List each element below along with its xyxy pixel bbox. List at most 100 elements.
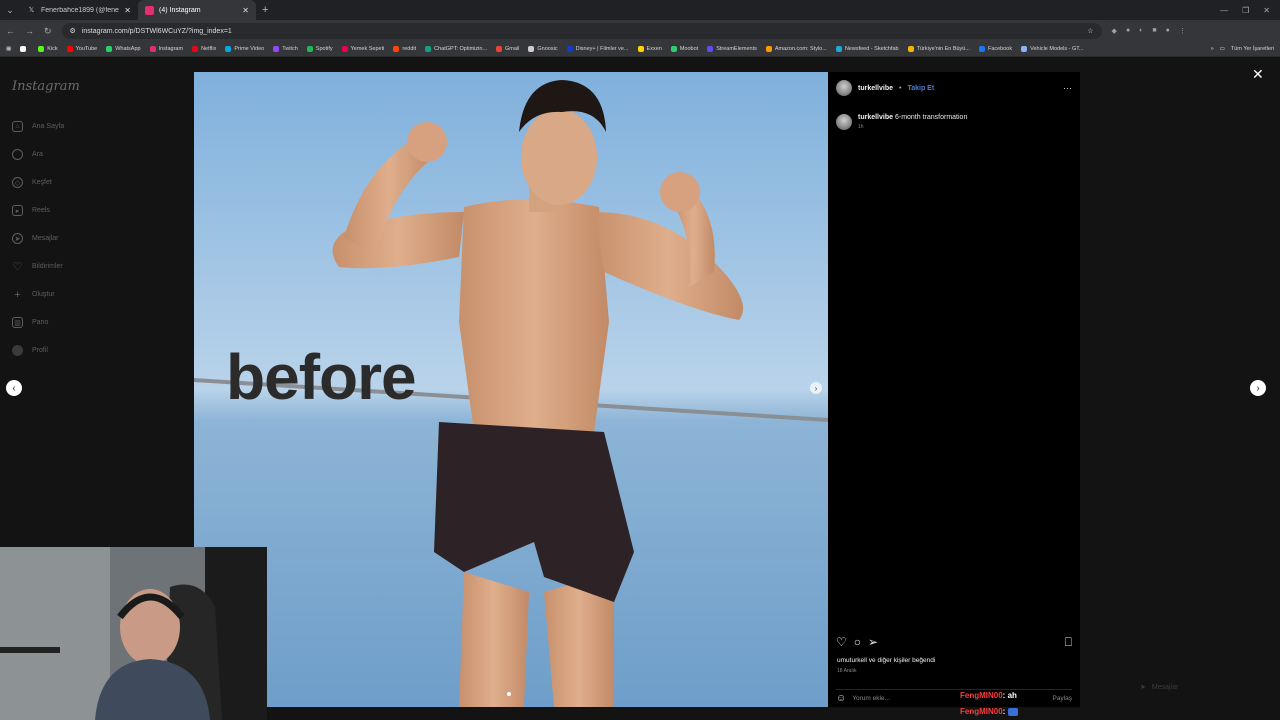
chat-username: FengMIN00 xyxy=(960,691,1003,700)
avatar[interactable] xyxy=(836,114,852,130)
follow-button[interactable]: Takip Et xyxy=(907,85,934,92)
extension-icon[interactable]: ◆ xyxy=(1112,27,1117,35)
caption-text: 6-month transformation xyxy=(894,114,968,121)
sidebar-item-label: Profil xyxy=(32,347,48,354)
post-username[interactable]: turkellvibe xyxy=(858,85,893,92)
forward-icon[interactable]: → xyxy=(25,26,34,36)
bookmark-item[interactable]: ChatGPT: Optimizin... xyxy=(425,46,487,52)
restore-icon[interactable]: ❐ xyxy=(1242,6,1249,15)
share-icon[interactable]: ➢ xyxy=(868,635,878,650)
bookmarks-more-button[interactable]: » xyxy=(1211,46,1214,52)
sidebar-item-explore[interactable]: ◇ Keşfet xyxy=(12,177,52,188)
prev-post-icon[interactable]: ‹ xyxy=(6,380,22,396)
chrome-menu-icon[interactable]: ⋮ xyxy=(1179,27,1186,35)
tab-close-icon[interactable]: ✕ xyxy=(242,6,249,15)
bookmark-item[interactable]: YouTube xyxy=(66,46,97,52)
bookmark-item[interactable]: Instagram xyxy=(149,46,183,52)
back-icon[interactable]: ← xyxy=(6,26,15,36)
bookmark-item[interactable]: Moobot xyxy=(670,46,698,52)
minimize-icon[interactable]: — xyxy=(1220,6,1228,15)
comment-input[interactable]: Yorum ekle... xyxy=(852,695,890,702)
bookmark-item[interactable] xyxy=(20,46,29,52)
bookmark-icon[interactable]: ⎕ xyxy=(1065,635,1072,650)
extension-icon[interactable]: ■ xyxy=(1152,27,1156,35)
bookmark-item[interactable]: Vehicle Models - GT... xyxy=(1021,46,1084,52)
home-icon: ⌂ xyxy=(12,121,23,132)
bookmark-item[interactable]: Twitch xyxy=(273,46,298,52)
heart-icon[interactable]: ♡ xyxy=(836,635,847,650)
sidebar-item-reels[interactable]: ▸ Reels xyxy=(12,205,50,216)
tab-search-icon[interactable]: ⌄ xyxy=(0,5,20,16)
bookmark-item[interactable]: Kick xyxy=(38,46,58,52)
apps-icon[interactable]: ▦ xyxy=(6,46,11,52)
bookmark-item[interactable]: Spotify xyxy=(306,46,333,52)
new-tab-button[interactable]: + xyxy=(256,4,274,16)
bookmark-item[interactable]: Türkiye'nin En Büyü... xyxy=(907,46,970,52)
sidebar-item-dashboard[interactable]: ▥ Pano xyxy=(12,317,48,328)
bookmark-label: WhatsApp xyxy=(115,46,141,52)
all-bookmarks-button[interactable]: Tüm Yer İşaretleri xyxy=(1231,46,1274,52)
bookmark-item[interactable]: Newsfeed - Sketchfab xyxy=(835,46,899,52)
comment-bar: ☺ Yorum ekle... Paylaş xyxy=(836,689,1072,707)
bookmark-item[interactable]: Facebook xyxy=(978,46,1012,52)
likes-text[interactable]: umuturkell ve diğer kişiler beğendi xyxy=(837,657,935,664)
sidebar-item-home[interactable]: ⌂ Ana Sayfa xyxy=(12,121,64,132)
post-comment-button[interactable]: Paylaş xyxy=(1052,695,1072,702)
bookmarks-bar: ▦ Kick YouTube WhatsApp Instagram Netflix Pri… xyxy=(0,42,1280,57)
close-icon[interactable]: ✕ xyxy=(1252,66,1264,83)
messages-pill[interactable]: ➤ Mesajlar xyxy=(1140,683,1179,692)
reload-icon[interactable]: ↻ xyxy=(44,26,52,37)
bookmark-star-icon[interactable]: ☆ xyxy=(1087,27,1093,35)
bookmark-item[interactable]: Yemek Sepeti xyxy=(341,46,384,52)
bookmark-item[interactable]: Netflix xyxy=(192,46,216,52)
bookmark-item[interactable]: Prime Video xyxy=(225,46,264,52)
bookmark-favicon-icon xyxy=(637,46,644,52)
emoji-icon[interactable]: ☺ xyxy=(836,693,846,704)
bookmark-label: Kick xyxy=(47,46,58,52)
caption-username[interactable]: turkellvibe xyxy=(858,114,893,121)
chat-separator: : xyxy=(1002,707,1006,716)
sidebar-item-search[interactable]: Ara xyxy=(12,149,43,160)
comment-icon[interactable]: ○ xyxy=(854,635,861,650)
chat-message: FengMIN00: ah xyxy=(960,688,1018,704)
browser-tab-bar: ⌄ 𝕏 Fenerbahce1899 (@fenerbahce ✕ (4) In… xyxy=(0,0,1280,20)
post-image[interactable]: before › xyxy=(194,72,828,707)
bookmark-label: Gnoosic xyxy=(537,46,558,52)
next-post-icon[interactable]: › xyxy=(1250,380,1266,396)
bookmark-item[interactable]: WhatsApp xyxy=(106,46,141,52)
sidebar-item-profile[interactable]: Profil xyxy=(12,345,48,356)
bookmark-favicon-icon xyxy=(907,46,914,52)
bookmark-label: Vehicle Models - GT... xyxy=(1030,46,1084,52)
bookmark-item[interactable]: Exxen xyxy=(637,46,662,52)
bookmark-favicon-icon xyxy=(341,46,348,52)
bookmark-item[interactable]: Amazon.com: Stylo... xyxy=(765,46,827,52)
extension-icon[interactable]: ● xyxy=(1126,27,1130,35)
sidebar-item-messages[interactable]: ➤ Mesajlar xyxy=(12,233,58,244)
bookmark-item[interactable]: Disney+ | Filmler ve... xyxy=(566,46,629,52)
instagram-logo[interactable]: Instagram xyxy=(12,79,80,94)
sidebar-item-notifications[interactable]: ♡ Bildirimler xyxy=(12,261,63,273)
bookmark-item[interactable]: Gnoosic xyxy=(528,46,558,52)
close-window-icon[interactable]: ✕ xyxy=(1263,6,1270,15)
tab-fenerbahce[interactable]: 𝕏 Fenerbahce1899 (@fenerbahce ✕ xyxy=(20,0,138,20)
bookmark-label: Twitch xyxy=(282,46,298,52)
tab-instagram[interactable]: (4) Instagram ✕ xyxy=(138,0,256,20)
avatar[interactable] xyxy=(836,80,852,96)
bookmark-item[interactable]: Gmail xyxy=(496,46,519,52)
extension-icon[interactable]: ◐ xyxy=(1139,27,1143,35)
bookmark-label: reddit xyxy=(402,46,417,52)
bookmark-item[interactable]: reddit xyxy=(393,46,416,52)
site-info-icon[interactable]: ⚙ xyxy=(70,27,76,35)
messages-label: Mesajlar xyxy=(1151,683,1179,691)
post-date: 18 Aralık xyxy=(837,668,857,674)
profile-icon[interactable]: ● xyxy=(1166,27,1170,35)
tab-close-icon[interactable]: ✕ xyxy=(124,6,131,15)
post-actions: ♡ ○ ➢ ⎕ xyxy=(836,635,1072,650)
url-field[interactable]: ⚙ instagram.com/p/DSTWl6WCuYZ/?img_index… xyxy=(61,23,1102,39)
more-options-icon[interactable]: ··· xyxy=(1063,83,1072,93)
bookmark-favicon-icon xyxy=(225,46,232,52)
bookmark-item[interactable]: StreamElements xyxy=(707,46,757,52)
sidebar-item-create[interactable]: + Oluştur xyxy=(12,289,54,301)
image-next-icon[interactable]: › xyxy=(810,382,822,394)
bookmark-favicon-icon xyxy=(765,46,772,52)
